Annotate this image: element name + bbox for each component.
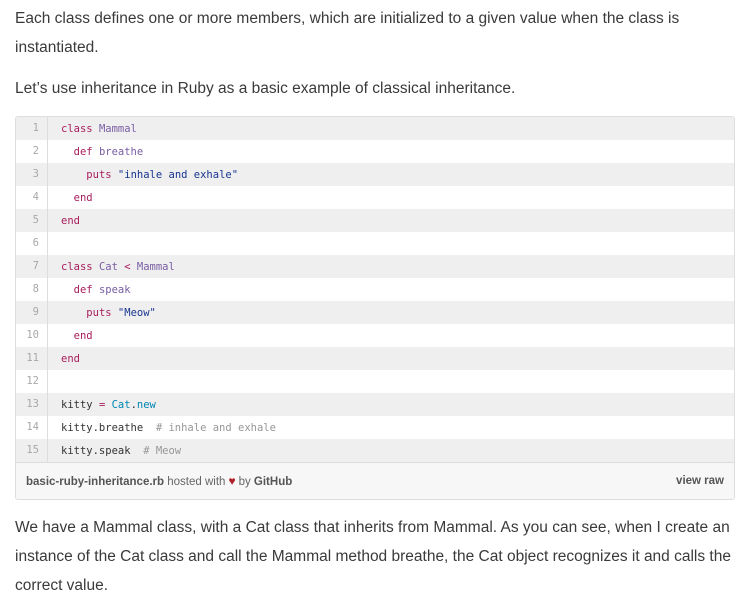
line-number: 10 (16, 324, 48, 347)
view-raw-link[interactable]: view raw (676, 475, 724, 487)
code-text: kitty.breathe # inhale and exhale (61, 421, 276, 434)
code-text: end (73, 329, 93, 342)
outro-paragraph: We have a Mammal class, with a Cat class… (15, 519, 731, 594)
line-number: 5 (16, 209, 48, 232)
code-line: 6 (16, 232, 734, 255)
code-line: 12 (16, 370, 734, 393)
line-number: 13 (16, 393, 48, 416)
line-number: 7 (16, 255, 48, 278)
line-number: 1 (16, 117, 48, 140)
line-number: 4 (16, 186, 48, 209)
code-line: 7 class Cat < Mammal (16, 255, 734, 278)
line-number: 15 (16, 439, 48, 462)
code-line: 5 end (16, 209, 734, 232)
code-text: class Mammal (61, 122, 137, 135)
line-number: 11 (16, 347, 48, 370)
line-number: 12 (16, 370, 48, 393)
by-text: by (238, 476, 251, 488)
code-text: def speak (73, 283, 131, 296)
code-line: 4 end (16, 186, 734, 209)
lead-paragraph: Let’s use inheritance in Ruby as a basic… (15, 80, 516, 97)
code-line: 10 end (16, 324, 734, 347)
code-line: 15 kitty.speak # Meow (16, 439, 734, 462)
code-listing: 1 class Mammal 2 def breathe 3 puts "inhale… (16, 117, 734, 462)
heart-icon: ♥ (228, 474, 236, 488)
code-line: 2 def breathe (16, 140, 734, 163)
code-line: 11 end (16, 347, 734, 370)
code-line: 9 puts "Meow" (16, 301, 734, 324)
code-text: class Cat < Mammal (61, 260, 175, 273)
gist-meta-bar: basic-ruby-inheritance.rb hosted with ♥ by… (16, 462, 734, 499)
gist-attribution: basic-ruby-inheritance.rb hosted with ♥ by… (26, 474, 292, 488)
code-line: 1 class Mammal (16, 117, 734, 140)
line-number: 2 (16, 140, 48, 163)
intro-paragraph: Each class defines one or more members, … (15, 10, 680, 56)
code-text: def breathe (73, 145, 144, 158)
line-number: 6 (16, 232, 48, 255)
code-line: 14 kitty.breathe # inhale and exhale (16, 416, 734, 439)
code-gist: 1 class Mammal 2 def breathe 3 puts "inhale… (15, 116, 735, 500)
line-number: 9 (16, 301, 48, 324)
gist-filename-link[interactable]: basic-ruby-inheritance.rb (26, 476, 164, 488)
code-text: end (61, 352, 80, 365)
line-number: 8 (16, 278, 48, 301)
line-number: 3 (16, 163, 48, 186)
code-text: end (61, 214, 80, 227)
line-number: 14 (16, 416, 48, 439)
code-line: 3 puts "inhale and exhale" (16, 163, 734, 186)
github-link[interactable]: GitHub (254, 476, 292, 488)
code-line: 8 def speak (16, 278, 734, 301)
code-text: end (73, 191, 93, 204)
code-text: puts "inhale and exhale" (86, 168, 239, 181)
code-line: 13 kitty = Cat.new (16, 393, 734, 416)
code-text: puts "Meow" (86, 306, 156, 319)
code-text: kitty = Cat.new (61, 398, 156, 411)
code-text: kitty.speak # Meow (61, 444, 182, 457)
hosted-with-text: hosted with (167, 476, 226, 488)
